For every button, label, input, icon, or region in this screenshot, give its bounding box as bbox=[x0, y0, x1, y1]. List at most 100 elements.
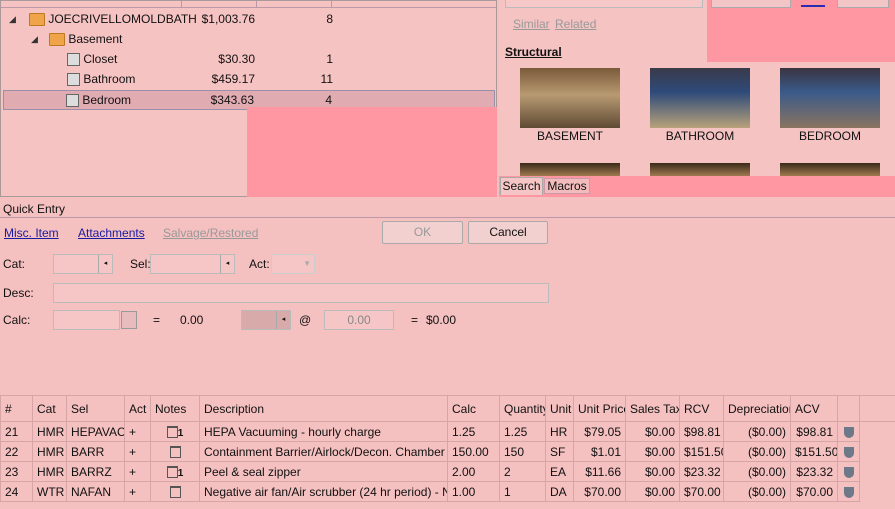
column-header[interactable]: Sel bbox=[66, 395, 125, 422]
column-header[interactable]: # bbox=[0, 395, 33, 422]
tree-node-amount: $30.30 bbox=[218, 52, 255, 66]
cell-rcv: $23.32 bbox=[679, 461, 724, 482]
tree-node-closet[interactable]: Closet $30.30 1 bbox=[3, 50, 493, 68]
cell-unit: DA bbox=[545, 481, 574, 502]
tree-node-root[interactable]: ◢ JOECRIVELLOMOLDBATH $1,003.76 8 bbox=[3, 10, 493, 28]
cell-desc: Containment Barrier/Airlock/Decon. Chamb… bbox=[199, 441, 448, 462]
act-dropdown[interactable]: ▼ bbox=[271, 254, 315, 274]
shield-icon[interactable] bbox=[843, 466, 854, 478]
unit-price-field[interactable]: 0.00 bbox=[324, 310, 394, 330]
description-field[interactable] bbox=[53, 283, 549, 303]
calc-label: Calc: bbox=[3, 313, 31, 327]
calendar-note-icon[interactable] bbox=[169, 486, 181, 499]
search-button[interactable] bbox=[711, 0, 791, 8]
tree-header bbox=[1, 1, 496, 8]
related-link[interactable]: Related bbox=[555, 17, 596, 31]
sel-dropdown[interactable]: ◂ bbox=[150, 254, 235, 274]
cell-qty: 1 bbox=[499, 481, 546, 502]
calculator-icon[interactable] bbox=[121, 311, 137, 329]
thumbnail-partial[interactable] bbox=[650, 163, 750, 176]
thumbnail-label: BASEMENT bbox=[536, 129, 603, 143]
cell-price: $79.05 bbox=[573, 421, 626, 442]
column-header[interactable]: ACV bbox=[790, 395, 838, 422]
thumbnail-partial[interactable] bbox=[780, 163, 880, 176]
cell-desc: Negative air fan/Air scrubber (24 hr per… bbox=[199, 481, 448, 502]
calc-result: 0.00 bbox=[180, 313, 204, 327]
thumbnail-basement[interactable] bbox=[520, 68, 620, 128]
column-header[interactable]: Calc bbox=[447, 395, 500, 422]
calendar-note-icon[interactable] bbox=[166, 426, 178, 439]
attachments-link[interactable]: Attachments bbox=[78, 226, 145, 240]
column-header[interactable]: Sales Tax bbox=[625, 395, 680, 422]
cell-desc: Peel & seal zipper bbox=[199, 461, 448, 482]
catalog-search-input[interactable] bbox=[505, 0, 703, 8]
estimate-tree-pane: ◢ JOECRIVELLOMOLDBATH $1,003.76 8 ◢ Base… bbox=[0, 0, 497, 197]
column-header[interactable]: Unit bbox=[545, 395, 574, 422]
dropdown-arrow-icon: ◂ bbox=[98, 255, 112, 273]
salvage-restored-link[interactable]: Salvage/Restored bbox=[163, 226, 258, 240]
cell-sel: BARR bbox=[66, 441, 125, 462]
column-header[interactable]: Quantity bbox=[499, 395, 546, 422]
cell-dep: ($0.00) bbox=[723, 421, 791, 442]
tree-node-label: Closet bbox=[83, 52, 118, 66]
act-label: Act: bbox=[249, 257, 270, 271]
calendar-note-icon[interactable] bbox=[166, 466, 178, 479]
cell-sel: BARRZ bbox=[66, 461, 125, 482]
column-header[interactable]: Notes bbox=[150, 395, 200, 422]
notes-cell bbox=[150, 441, 200, 462]
line-items-grid: # Cat Sel Act Notes Description Calc Quantity Un… bbox=[0, 395, 895, 509]
tree-node-bathroom[interactable]: Bathroom $459.17 11 bbox=[3, 70, 493, 88]
note-count: 1 bbox=[177, 467, 184, 479]
column-header[interactable]: Description bbox=[199, 395, 448, 422]
cell-calc: 150.00 bbox=[447, 441, 500, 462]
thumbnail-partial[interactable] bbox=[520, 163, 620, 176]
shield-cell bbox=[837, 421, 860, 442]
tree-node-amount: $459.17 bbox=[211, 72, 255, 86]
empty-cell bbox=[860, 422, 895, 442]
clear-button[interactable] bbox=[837, 0, 889, 8]
tab-macros[interactable]: Macros bbox=[544, 178, 590, 194]
calendar-note-icon[interactable] bbox=[169, 446, 181, 459]
calc-field[interactable] bbox=[53, 310, 120, 330]
tree-node-count: 11 bbox=[320, 72, 333, 86]
cell-qty: 150 bbox=[499, 441, 546, 462]
column-header[interactable]: Act bbox=[124, 395, 151, 422]
cell-num: 24 bbox=[0, 481, 33, 502]
column-header[interactable]: Unit Price bbox=[573, 395, 626, 422]
column-header[interactable]: Depreciation bbox=[723, 395, 791, 422]
cell-dep: ($0.00) bbox=[723, 441, 791, 462]
thumbnail-bathroom[interactable] bbox=[650, 68, 750, 128]
shield-icon[interactable] bbox=[843, 426, 854, 438]
cell-acv: $23.32 bbox=[790, 461, 838, 482]
column-header[interactable]: RCV bbox=[679, 395, 724, 422]
cell-rcv: $98.81 bbox=[679, 421, 724, 442]
cell-calc: 2.00 bbox=[447, 461, 500, 482]
cell-act: + bbox=[124, 441, 151, 462]
equals-sign: = bbox=[411, 313, 419, 327]
table-row[interactable]: 23 HMR BARRZ +1 Peel & seal zipper 2.00 2 EA $11… bbox=[0, 461, 895, 482]
thumbnail-label: BATHROOM bbox=[665, 129, 735, 143]
ok-button[interactable]: OK bbox=[382, 221, 463, 244]
cell-unit: SF bbox=[545, 441, 574, 462]
table-row[interactable]: 21 HMR HEPAVAC +1 HEPA Vacuuming - hourly ch… bbox=[0, 421, 895, 442]
cat-dropdown[interactable]: ◂ bbox=[53, 254, 113, 274]
grid-header-row: # Cat Sel Act Notes Description Calc Quantity Un… bbox=[0, 395, 895, 422]
cell-cat: HMR bbox=[32, 441, 67, 462]
link-underline[interactable] bbox=[801, 5, 825, 7]
cancel-button[interactable]: Cancel bbox=[468, 221, 548, 244]
tree-node-basement[interactable]: ◢ Basement bbox=[3, 30, 493, 48]
tree-node-label: Bedroom bbox=[82, 93, 132, 107]
notes-cell: 1 bbox=[150, 421, 200, 442]
shield-icon[interactable] bbox=[843, 446, 854, 458]
table-row[interactable]: 22 HMR BARR + Containment Barrier/Airlock/De… bbox=[0, 441, 895, 462]
unit-dropdown[interactable]: ◂ bbox=[241, 310, 291, 330]
shield-icon[interactable] bbox=[843, 486, 854, 498]
cell-acv: $70.00 bbox=[790, 481, 838, 502]
column-header[interactable]: Cat bbox=[32, 395, 67, 422]
table-row[interactable]: 24 WTR NAFAN + Negative air fan/Air scrubber… bbox=[0, 481, 895, 502]
similar-link[interactable]: Similar bbox=[513, 17, 550, 31]
desc-label: Desc: bbox=[3, 286, 34, 300]
misc-item-link[interactable]: Misc. Item bbox=[4, 226, 59, 240]
thumbnail-bedroom[interactable] bbox=[780, 68, 880, 128]
tab-search[interactable]: Search bbox=[500, 177, 543, 195]
